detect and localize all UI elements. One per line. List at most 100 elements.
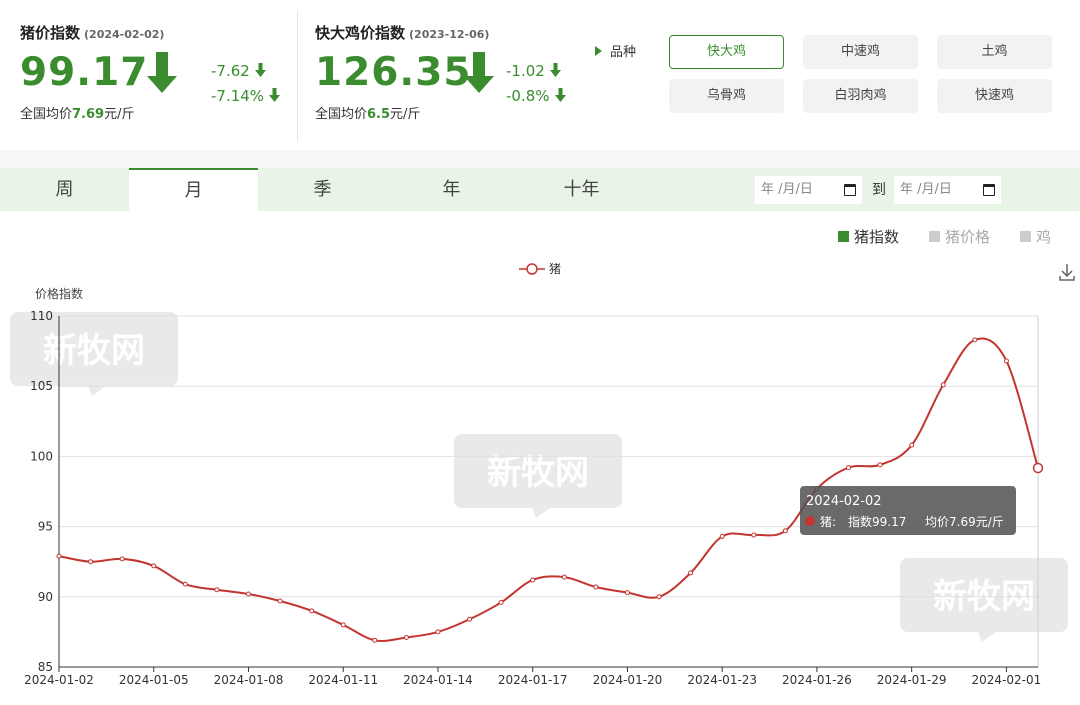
play-icon — [595, 46, 602, 56]
variety-option[interactable]: 乌骨鸡 — [669, 79, 784, 113]
calendar-icon[interactable] — [844, 184, 856, 196]
data-point[interactable] — [877, 462, 883, 468]
chart-tooltip: 2024-02-02 猪: 指数99.17 均价7.69元/斤 — [800, 486, 1016, 535]
x-tick-label: 2024-02-01 — [972, 673, 1042, 687]
variety-label: 品种 — [595, 41, 636, 60]
chicken-index-title: 快大鸡价指数 — [315, 24, 406, 42]
x-tick-label: 2024-01-20 — [593, 673, 663, 687]
down-arrow-icon — [254, 63, 266, 77]
x-axis-ticks: 2024-01-02 2024-01-05 2024-01-08 2024-01-11… — [24, 667, 1041, 687]
chicken-change-abs: -1.02 — [506, 62, 561, 80]
period-tabs: 周 月 季 年 十年 年 /月/日 到 年 /月/日 — [0, 168, 1080, 211]
data-point[interactable] — [846, 465, 852, 471]
svg-text:新牧网: 新牧网 — [43, 331, 145, 371]
chicken-index-block: 快大鸡价指数 (2023-12-06) 126.35 -1.02 -0.8% 全国… — [315, 22, 566, 122]
data-point[interactable] — [277, 598, 283, 604]
price-index-chart: 新牧网 新牧网 新牧网 猪 价格指数 85 90 95 100 105 110 2024-… — [10, 262, 1075, 687]
watermark: 新牧网 — [900, 558, 1068, 642]
pig-index-date: (2024-02-02) — [84, 28, 165, 41]
data-point[interactable] — [940, 382, 946, 388]
data-point[interactable] — [624, 590, 630, 596]
variety-option[interactable]: 土鸡 — [937, 35, 1052, 69]
header: 猪价指数 (2024-02-02) 99.17 -7.62 -7.14% 全国均价… — [0, 0, 1080, 150]
end-date-input[interactable]: 年 /月/日 — [894, 176, 1001, 204]
down-arrow-icon — [464, 52, 494, 93]
pig-index-block: 猪价指数 (2024-02-02) 99.17 -7.62 -7.14% 全国均价… — [20, 22, 281, 122]
svg-text:新牧网: 新牧网 — [487, 453, 589, 493]
pig-index-title: 猪价指数 — [20, 24, 81, 42]
x-tick-label: 2024-01-23 — [687, 673, 757, 687]
data-point[interactable] — [88, 559, 94, 565]
data-point[interactable] — [593, 584, 599, 590]
chicken-index-value: 126.35 — [315, 50, 472, 95]
tab-year[interactable]: 年 — [387, 168, 516, 211]
start-date-input[interactable]: 年 /月/日 — [755, 176, 862, 204]
data-point[interactable] — [245, 591, 251, 597]
pig-avg-price: 全国均价7.69元/斤 — [20, 107, 135, 122]
chart-legend[interactable]: 猪 — [519, 262, 561, 276]
tab-week[interactable]: 周 — [0, 168, 129, 211]
chicken-change-pct: -0.8% — [506, 87, 566, 105]
pig-change-abs: -7.62 — [211, 62, 266, 80]
data-point[interactable] — [972, 337, 978, 343]
y-tick-label: 85 — [38, 660, 53, 674]
data-point[interactable] — [435, 629, 441, 635]
data-point[interactable] — [403, 635, 409, 641]
y-tick-label: 100 — [30, 449, 53, 463]
data-point[interactable] — [340, 622, 346, 628]
x-tick-label: 2024-01-02 — [24, 673, 94, 687]
date-range-to-label: 到 — [872, 182, 886, 198]
y-tick-label: 90 — [38, 590, 53, 604]
down-arrow-icon — [147, 52, 177, 93]
data-point[interactable] — [309, 608, 315, 614]
tab-decade[interactable]: 十年 — [517, 168, 646, 211]
x-tick-label: 2024-01-08 — [214, 673, 284, 687]
data-point[interactable] — [214, 587, 220, 593]
variety-option[interactable]: 快大鸡 — [669, 35, 784, 69]
pig-change-pct: -7.14% — [211, 87, 281, 105]
chicken-avg-price: 全国均价6.5元/斤 — [315, 107, 421, 122]
tooltip-series: 猪: — [820, 515, 836, 529]
divider — [297, 10, 298, 142]
data-point[interactable] — [751, 532, 757, 538]
x-tick-label: 2024-01-17 — [498, 673, 568, 687]
tab-quarter[interactable]: 季 — [258, 168, 387, 211]
data-point[interactable] — [909, 442, 915, 448]
y-tick-label: 95 — [38, 520, 53, 534]
x-tick-label: 2024-01-14 — [403, 673, 473, 687]
data-point[interactable] — [719, 533, 725, 539]
data-point[interactable] — [498, 599, 504, 605]
variety-option[interactable]: 快速鸡 — [937, 79, 1052, 113]
x-tick-label: 2024-01-11 — [308, 673, 378, 687]
data-point[interactable] — [1003, 358, 1009, 364]
down-arrow-icon — [269, 88, 281, 102]
data-point[interactable] — [656, 594, 662, 600]
tab-month[interactable]: 月 — [129, 168, 258, 211]
down-arrow-icon — [549, 63, 561, 77]
data-point[interactable] — [151, 563, 157, 569]
data-point[interactable] — [782, 528, 788, 534]
data-point[interactable] — [1032, 462, 1044, 474]
x-tick-label: 2024-01-05 — [119, 673, 189, 687]
y-tick-label: 105 — [30, 379, 53, 393]
down-arrow-icon — [554, 88, 566, 102]
data-point[interactable] — [182, 581, 188, 587]
data-point[interactable] — [467, 616, 473, 622]
variety-option[interactable]: 白羽肉鸡 — [803, 79, 918, 113]
data-point[interactable] — [56, 553, 62, 559]
variety-option[interactable]: 中速鸡 — [803, 35, 918, 69]
tooltip-date: 2024-02-02 — [806, 494, 882, 509]
data-point[interactable] — [688, 570, 694, 576]
data-point[interactable] — [530, 577, 536, 583]
x-tick-label: 2024-01-29 — [877, 673, 947, 687]
y-axis-label: 价格指数 — [35, 286, 83, 301]
section-spacer — [0, 150, 1080, 168]
legend-label: 猪 — [549, 262, 561, 276]
data-point[interactable] — [372, 637, 378, 643]
tooltip-index: 指数99.17 — [848, 514, 906, 529]
calendar-icon[interactable] — [983, 184, 995, 196]
data-point[interactable] — [119, 556, 125, 562]
data-point[interactable] — [561, 574, 567, 580]
chicken-index-date: (2023-12-06) — [409, 28, 490, 41]
download-icon[interactable] — [1059, 264, 1075, 281]
